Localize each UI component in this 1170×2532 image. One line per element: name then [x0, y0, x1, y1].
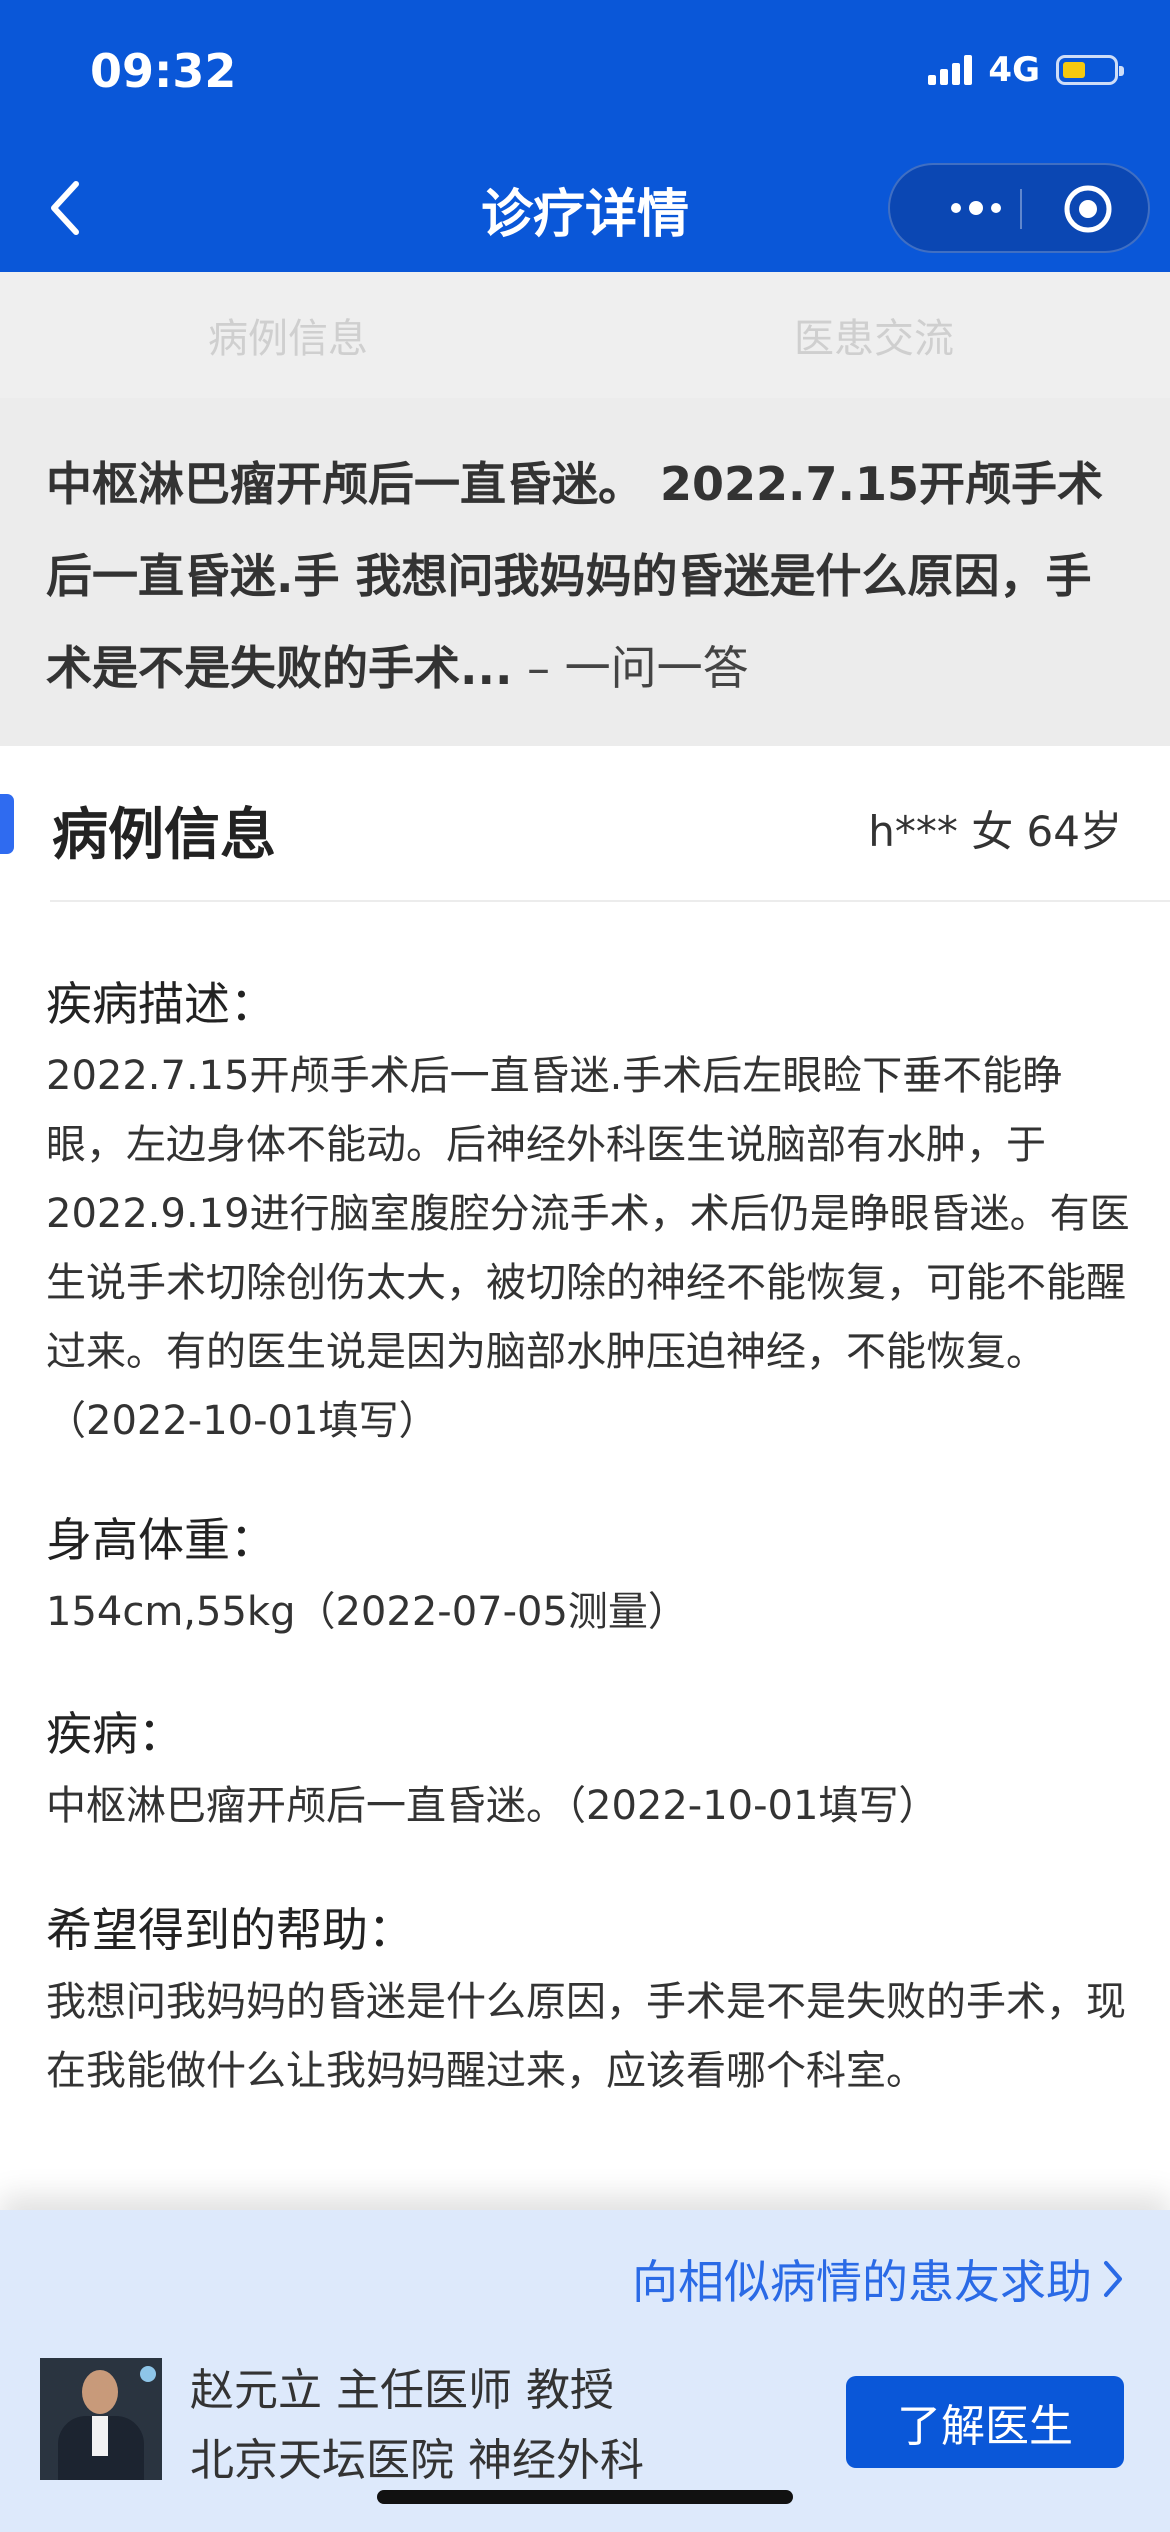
disease-description-label: 疾病描述： [46, 977, 276, 1031]
home-indicator [377, 2490, 793, 2504]
height-weight-label: 身高体重： [46, 1513, 276, 1567]
bottom-panel: 向相似病情的患友求助 赵元立 主任医师 教授 北京天坛医院 神经外科 了解医生 [0, 2210, 1170, 2532]
similar-patients-link[interactable]: 向相似病情的患友求助 [632, 2246, 1124, 2312]
status-time: 09:32 [90, 44, 237, 98]
tab-case-info[interactable]: 病例信息 [208, 306, 368, 364]
doctor-hospital-dept: 北京天坛医院 神经外科 [190, 2435, 644, 2486]
patient-info: h*** 女 64岁 [868, 807, 1122, 856]
divider [50, 900, 1170, 902]
question-header: 中枢淋巴瘤开颅后一直昏迷。 2022.7.15开颅手术后一直昏迷.手 我想问我妈… [0, 398, 1170, 746]
question-type: – 一问一答 [512, 641, 749, 695]
battery-icon [1056, 55, 1124, 85]
doctor-name-title: 赵元立 主任医师 教授 [190, 2365, 614, 2416]
section-title: 病例信息 [52, 803, 276, 868]
section-accent-bar [0, 794, 14, 854]
mini-program-capsule [888, 163, 1150, 253]
more-icon[interactable] [928, 165, 1024, 251]
disease-label: 疾病： [46, 1707, 184, 1761]
signal-icon [928, 55, 973, 85]
close-target-icon[interactable] [1062, 183, 1114, 235]
status-icons: 4G [928, 50, 1124, 90]
disease-description: 2022.7.15开颅手术后一直昏迷.手术后左眼睑下垂不能睁眼，左边身体不能动。… [46, 1053, 1130, 1444]
capsule-divider [1020, 189, 1022, 229]
disease: 中枢淋巴瘤开颅后一直昏迷。（2022-10-01填写） [46, 1783, 939, 1829]
network-label: 4G [988, 50, 1040, 90]
tab-doctor-patient-chat[interactable]: 医患交流 [794, 306, 954, 364]
question-title: 中枢淋巴瘤开颅后一直昏迷。 2022.7.15开颅手术后一直昏迷.手 我想问我妈… [46, 438, 1136, 714]
tab-bar: 病例信息 医患交流 [0, 272, 1170, 398]
height-weight: 154cm,55kg（2022-07-05测量） [46, 1589, 688, 1635]
learn-about-doctor-button[interactable]: 了解医生 [846, 2376, 1124, 2468]
doctor-avatar[interactable] [40, 2358, 162, 2480]
help-wanted-label: 希望得到的帮助： [46, 1903, 414, 1957]
similar-patients-link-label: 向相似病情的患友求助 [632, 2255, 1092, 2309]
chevron-right-icon [1104, 2261, 1122, 2297]
case-info-section: 病例信息 h*** 女 64岁 疾病描述： 2022.7.15开颅手术后一直昏迷… [0, 746, 1170, 2216]
help-wanted: 我想问我妈妈的昏迷是什么原因，手术是不是失败的手术，现在我能做什么让我妈妈醒过来… [46, 1979, 1126, 2094]
